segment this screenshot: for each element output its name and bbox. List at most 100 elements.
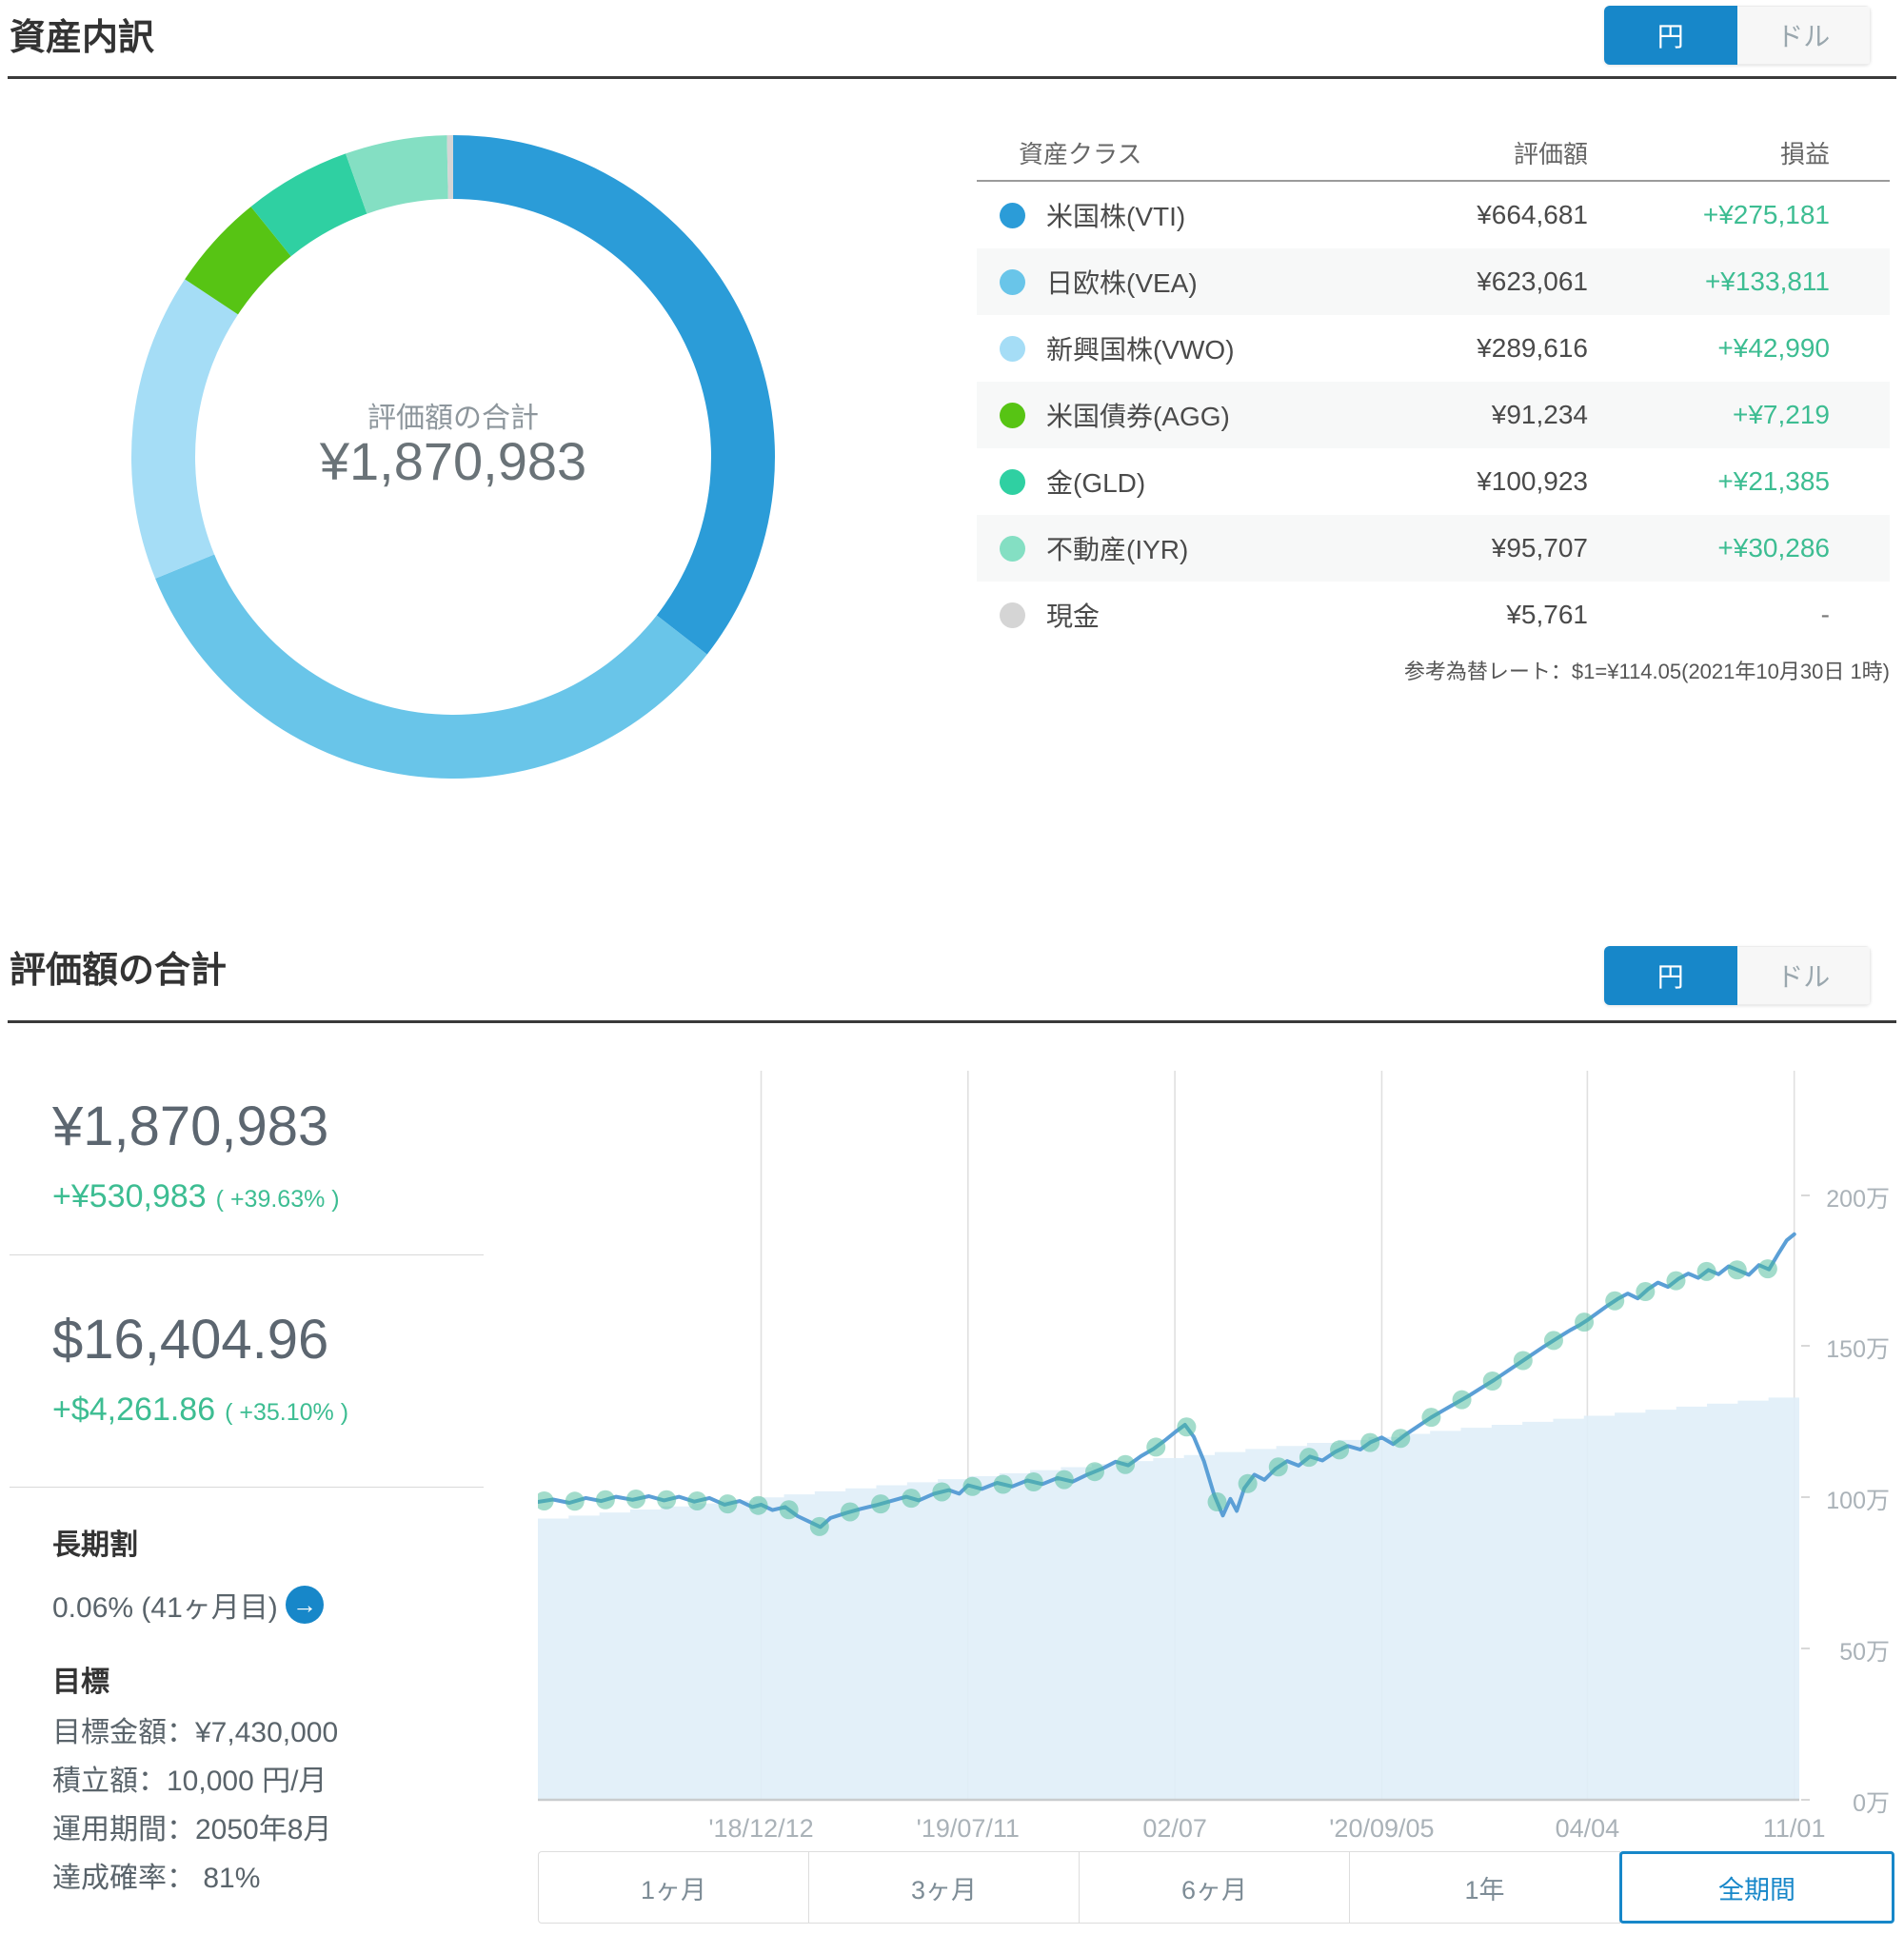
column-header-valuation: 評価額 [1513,140,1588,168]
asset-table-row: 日欧株(VEA) ¥623,061 +¥133,811 [977,248,1890,315]
deposit-marker [1330,1440,1350,1460]
asset-color-dot-icon [1000,402,1025,428]
deposit-marker [932,1482,952,1502]
gain-percent-yen: ( +39.63% ) [215,1186,340,1213]
deposit-marker [809,1516,829,1536]
arrow-right-icon: → [292,1589,317,1619]
longterm-discount-heading: 長期割 [52,1529,138,1561]
deposit-marker [1513,1351,1533,1371]
deposit-marker [1084,1462,1104,1482]
section-divider [8,1020,1896,1023]
y-axis-tick [1801,1496,1810,1499]
asset-table-row: 米国債券(AGG) ¥91,234 +¥7,219 [977,382,1890,448]
y-axis-label: 150万 [1826,1336,1890,1364]
asset-valuation: ¥5,761 [1506,600,1588,629]
asset-color-dot-icon [1000,202,1025,228]
goal-monthly-deposit: 積立額：10,000 円/月 [52,1766,327,1797]
gain-percent-usd: ( +35.10% ) [225,1399,349,1426]
deposit-marker [748,1495,768,1515]
x-axis-label: 02/07 [1142,1814,1207,1843]
period-button-6ヶ月[interactable]: 6ヶ月 [1079,1851,1350,1924]
y-axis-label: 100万 [1826,1488,1890,1515]
toggle-dollar-button[interactable]: ドル [1736,946,1871,1005]
toggle-yen-button[interactable]: 円 [1604,6,1737,65]
deposit-marker [1391,1429,1411,1449]
x-axis-label: '20/09/05 [1329,1814,1435,1843]
x-axis-label: '19/07/11 [916,1814,1020,1843]
period-button-3ヶ月[interactable]: 3ヶ月 [808,1851,1080,1924]
x-axis-label: 04/04 [1555,1814,1620,1843]
deposit-marker [1116,1454,1136,1474]
period-button-1ヶ月[interactable]: 1ヶ月 [538,1851,809,1924]
deposit-marker [1575,1312,1595,1332]
asset-valuation: ¥623,061 [1477,266,1588,296]
goal-horizon: 運用期間：2050年8月 [52,1814,332,1845]
wealth-dashboard: { "colors": { "accent_blue": "#1787c9", … [0,0,1904,1934]
deposit-marker [626,1489,646,1509]
deposit-marker [1299,1448,1319,1468]
deposit-marker [1238,1473,1258,1493]
asset-table-row: 不動産(IYR) ¥95,707 +¥30,286 [977,515,1890,582]
deposit-marker [1360,1432,1380,1452]
breakdown-section-title: 資産内訳 [10,18,155,58]
asset-valuation: ¥95,707 [1491,533,1588,562]
y-axis-label: 200万 [1826,1185,1890,1213]
goal-probability: 達成確率： 81% [52,1863,261,1894]
deposit-marker [1023,1472,1043,1492]
total-section-title: 評価額の合計 [10,951,228,991]
asset-color-dot-icon [1000,602,1025,628]
asset-table-row: 米国株(VTI) ¥664,681 +¥275,181 [977,182,1890,248]
y-axis-tick [1801,1345,1810,1348]
portfolio-value-line-chart[interactable] [538,1028,1799,1802]
y-axis-tick [1801,1648,1810,1650]
total-value-yen: ¥1,870,983 [52,1095,329,1157]
gain-amount-yen: +¥530,983 [52,1178,207,1214]
period-selector: 1ヶ月 3ヶ月 6ヶ月 1年 全期間 [538,1851,1894,1924]
asset-color-dot-icon [1000,535,1025,562]
asset-label: 米国株(VTI) [1046,202,1186,231]
column-header-profit: 損益 [1779,140,1830,168]
toggle-yen-button[interactable]: 円 [1604,946,1737,1005]
toggle-dollar-button[interactable]: ドル [1736,6,1871,65]
deposit-marker [718,1494,738,1514]
panel-divider [10,1487,484,1488]
asset-table-row: 現金 ¥5,761 - [977,582,1890,648]
asset-color-dot-icon [1000,268,1025,295]
deposit-marker [1421,1408,1441,1428]
asset-label: 米国債券(AGG) [1046,402,1230,431]
deposit-marker [687,1490,707,1510]
goal-heading: 目標 [52,1667,109,1698]
longterm-discount-value: 0.06% (41ヶ月目) [52,1592,278,1624]
asset-label: 不動産(IYR) [1046,535,1189,564]
period-button-1年[interactable]: 1年 [1349,1851,1620,1924]
deposit-marker [871,1494,891,1514]
fx-rate-note: 参考為替レート：$1=¥114.05(2021年10月30日 1時) [1403,660,1890,683]
asset-profit: +¥275,181 [1702,200,1830,229]
asset-valuation: ¥100,923 [1477,466,1588,496]
asset-valuation: ¥289,616 [1477,333,1588,363]
deposit-marker [1696,1261,1716,1281]
asset-table-row: 新興国株(VWO) ¥289,616 +¥42,990 [977,315,1890,382]
deposit-marker [993,1474,1013,1494]
asset-profit: - [1820,600,1830,629]
deposit-marker [1054,1470,1074,1490]
period-button-全期間[interactable]: 全期間 [1619,1851,1894,1924]
total-gain-yen: +¥530,983 ( +39.63% ) [52,1178,340,1215]
deposit-marker [1543,1331,1563,1351]
asset-label: 日欧株(VEA) [1046,268,1198,298]
longterm-detail-arrow-button[interactable]: → [286,1586,324,1624]
deposit-marker [962,1476,982,1496]
asset-color-dot-icon [1000,468,1025,495]
section-divider [8,76,1896,79]
y-axis-tick [1801,1799,1810,1801]
goal-target-amount: 目標金額：¥7,430,000 [52,1717,339,1748]
deposit-marker [1666,1271,1686,1291]
column-header-asset-class: 資産クラス [1019,140,1142,168]
deposit-marker [565,1491,585,1511]
asset-label: 現金 [1046,602,1101,631]
x-axis-label: '18/12/12 [708,1814,814,1843]
donut-center-value: ¥1,870,983 [319,431,587,491]
deposit-marker [1727,1260,1747,1280]
deposit-marker [902,1489,922,1509]
panel-divider [10,1254,484,1255]
